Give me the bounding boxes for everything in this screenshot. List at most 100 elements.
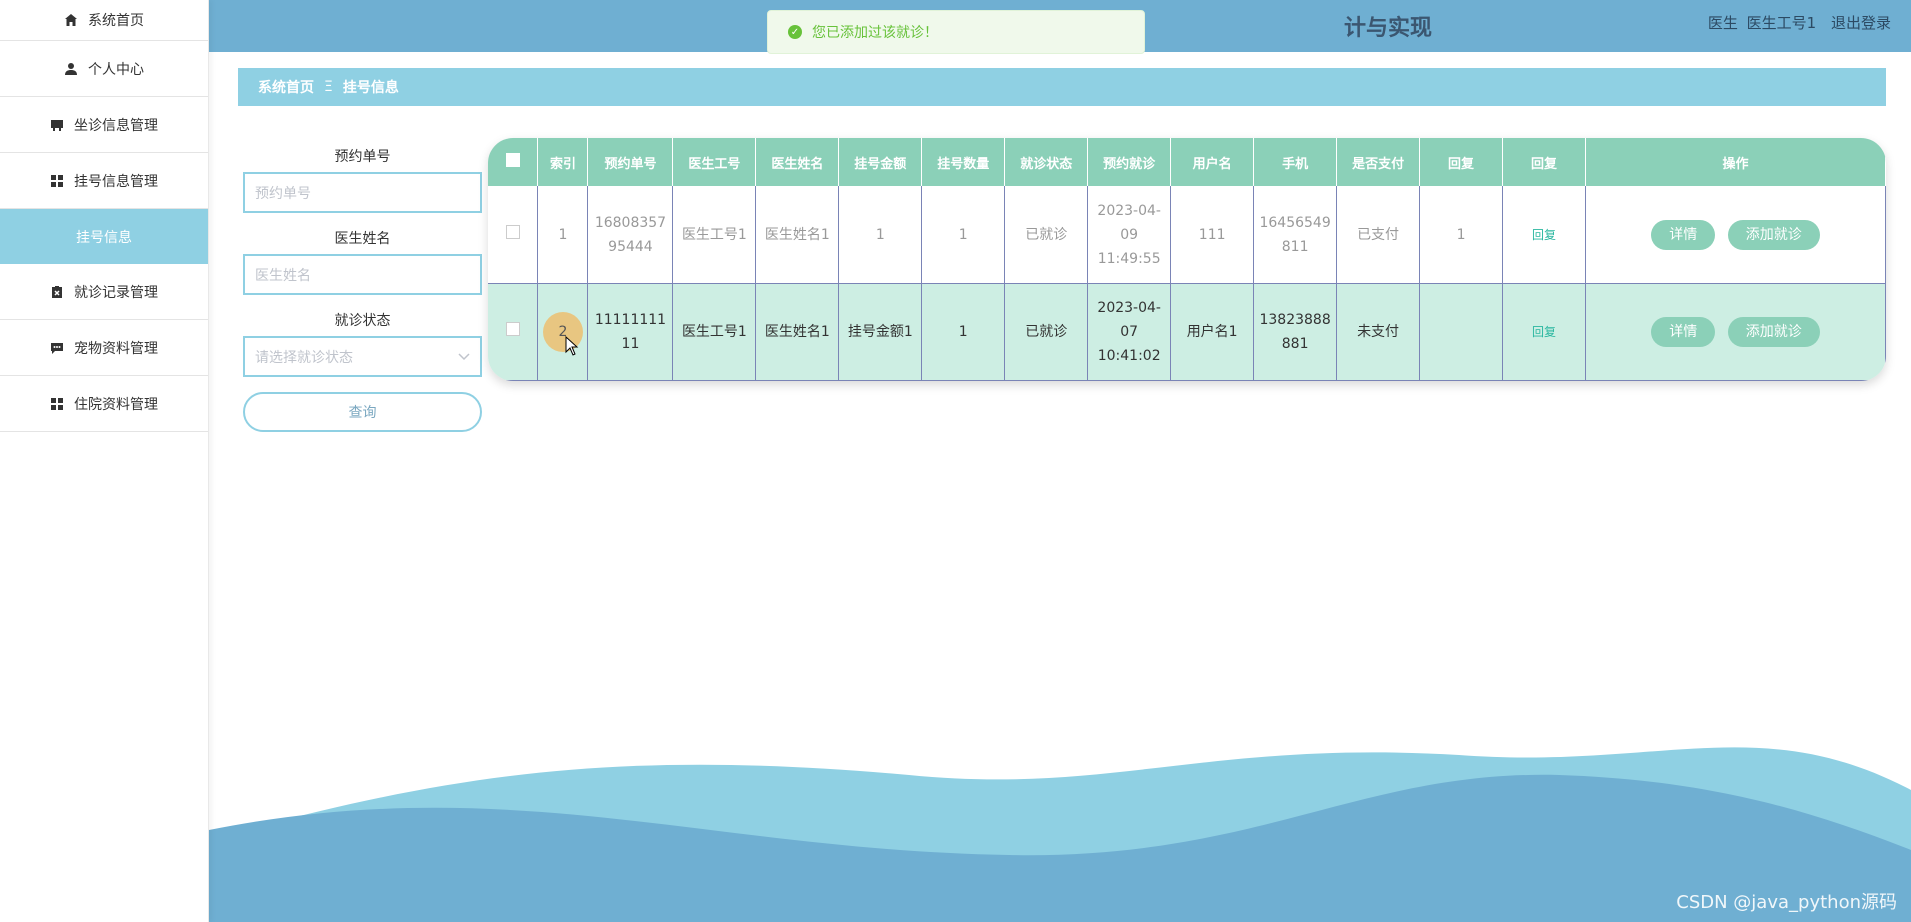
success-toast: ✓ 您已添加过该就诊！ <box>767 10 1145 54</box>
cell-reply-link: 回复 <box>1502 283 1586 381</box>
table-row[interactable]: 2 1111111111 医生工号1 医生姓名1 挂号金额1 1 已就诊 202… <box>488 283 1886 381</box>
select-all-checkbox[interactable] <box>505 153 520 167</box>
cell-order-no: 1680835795444 <box>587 186 674 284</box>
column-header: 操作 <box>1585 138 1886 186</box>
cell-doctor-name: 医生姓名1 <box>755 283 840 381</box>
logout-link[interactable]: 退出登录 <box>1831 14 1891 32</box>
sidebar-item-registration[interactable]: 挂号信息管理 <box>0 153 208 209</box>
column-header: 回复 <box>1419 138 1503 186</box>
sidebar-item-clinic[interactable]: 坐诊信息管理 <box>0 97 208 153</box>
column-header: 索引 <box>537 138 589 186</box>
clipboard-icon <box>50 285 64 299</box>
sidebar: 系统首页 个人中心 坐诊信息管理 挂号信息管理 挂号信息 就诊记录管理 宠物资料… <box>0 0 209 922</box>
status-select-placeholder: 请选择就诊状态 <box>255 349 353 366</box>
user-role: 医生 <box>1707 14 1738 32</box>
cell-actions: 详情 添加就诊 <box>1585 283 1886 381</box>
sidebar-item-label: 系统首页 <box>88 13 144 29</box>
status-label: 就诊状态 <box>334 313 391 329</box>
select-all-header[interactable] <box>488 138 539 186</box>
cell-phone: 16456549811 <box>1253 186 1338 284</box>
decorative-wave <box>209 747 1911 922</box>
mouse-cursor-icon <box>565 336 579 356</box>
sidebar-item-label: 就诊记录管理 <box>74 284 158 301</box>
cell-username: 用户名1 <box>1170 283 1255 381</box>
cell-username: 111 <box>1170 186 1255 284</box>
doctor-input[interactable]: 医生姓名 <box>243 254 482 295</box>
cell-doctor-name: 医生姓名1 <box>755 186 840 284</box>
cell-reply <box>1419 283 1503 381</box>
cell-actions: 详情 添加就诊 <box>1585 186 1886 284</box>
grid-icon <box>50 174 64 188</box>
cell-reply-link: 回复 <box>1502 186 1586 284</box>
breadcrumb-home[interactable]: 系统首页 <box>258 77 314 97</box>
column-header: 预约就诊 <box>1087 138 1172 186</box>
add-visit-button[interactable]: 添加就诊 <box>1727 219 1820 250</box>
sidebar-item-label: 宠物资料管理 <box>74 340 158 357</box>
column-header: 医生工号 <box>672 138 757 186</box>
order-label: 预约单号 <box>334 149 391 165</box>
search-panel: 预约单号 预约单号 医生姓名 医生姓名 就诊状态 请选择就诊状态 查询 <box>243 146 482 432</box>
reply-link[interactable]: 回复 <box>1532 228 1556 242</box>
sidebar-item-pets[interactable]: 宠物资料管理 <box>0 320 208 376</box>
column-header: 挂号数量 <box>921 138 1006 186</box>
sidebar-item-home[interactable]: 系统首页 <box>0 0 208 41</box>
breadcrumb-separator: Ξ <box>324 79 333 95</box>
query-button[interactable]: 查询 <box>243 392 482 432</box>
message-icon <box>50 341 64 355</box>
cell-amount: 1 <box>838 186 923 284</box>
cell-amount: 挂号金额1 <box>838 283 923 381</box>
sidebar-item-label: 挂号信息管理 <box>74 173 158 190</box>
sidebar-item-label: 挂号信息 <box>76 229 132 246</box>
column-header: 是否支付 <box>1336 138 1421 186</box>
cell-appointment: 2023-04-09 11:49:55 <box>1087 186 1172 284</box>
cell-index: 2 <box>537 283 589 381</box>
breadcrumb-current: 挂号信息 <box>342 80 399 96</box>
clinic-icon <box>50 118 64 132</box>
order-input[interactable]: 预约单号 <box>243 172 482 213</box>
status-select[interactable]: 请选择就诊状态 <box>243 336 482 377</box>
doctor-label: 医生姓名 <box>334 231 391 247</box>
registration-table: 索引 预约单号 医生工号 医生姓名 挂号金额 挂号数量 就诊状态 预约就诊 用户… <box>488 138 1886 381</box>
column-header: 手机 <box>1253 138 1338 186</box>
cell-reply: 1 <box>1419 186 1503 284</box>
user-icon <box>64 62 78 76</box>
chevron-down-icon <box>458 349 470 365</box>
sidebar-item-visit-records[interactable]: 就诊记录管理 <box>0 264 208 320</box>
cell-index: 1 <box>537 186 589 284</box>
cell-order-no: 1111111111 <box>587 283 674 381</box>
cell-quantity: 1 <box>921 283 1006 381</box>
add-visit-button[interactable]: 添加就诊 <box>1727 317 1820 347</box>
page-title: 计与实现 <box>1344 16 1433 41</box>
cell-status: 已就诊 <box>1004 283 1089 381</box>
column-header: 回复 <box>1502 138 1586 186</box>
cell-phone: 13823888881 <box>1253 283 1338 381</box>
detail-button[interactable]: 详情 <box>1651 219 1716 250</box>
breadcrumb: 系统首页 Ξ 挂号信息 <box>238 68 1886 106</box>
toast-message: 您已添加过该就诊！ <box>812 25 938 41</box>
table-row[interactable]: 1 1680835795444 医生工号1 医生姓名1 1 1 已就诊 2023… <box>488 186 1886 284</box>
table-header-row: 索引 预约单号 医生工号 医生姓名 挂号金额 挂号数量 就诊状态 预约就诊 用户… <box>488 138 1886 186</box>
reply-link[interactable]: 回复 <box>1532 325 1556 339</box>
sidebar-item-profile[interactable]: 个人中心 <box>0 41 208 97</box>
sidebar-item-label: 住院资料管理 <box>74 396 158 413</box>
row-checkbox[interactable] <box>505 224 520 239</box>
row-select-cell[interactable] <box>488 186 539 284</box>
cell-appointment: 2023-04-07 10:41:02 <box>1087 283 1172 381</box>
detail-button[interactable]: 详情 <box>1651 317 1716 347</box>
sidebar-item-label: 坐诊信息管理 <box>74 117 158 134</box>
sidebar-item-label: 个人中心 <box>88 61 144 78</box>
cell-status: 已就诊 <box>1004 186 1089 284</box>
column-header: 用户名 <box>1170 138 1255 186</box>
column-header: 就诊状态 <box>1004 138 1089 186</box>
cell-quantity: 1 <box>921 186 1006 284</box>
check-circle-icon: ✓ <box>788 25 802 39</box>
column-header: 挂号金额 <box>838 138 923 186</box>
cell-doctor-id: 医生工号1 <box>672 186 757 284</box>
grid-icon <box>50 397 64 411</box>
row-select-cell[interactable] <box>488 283 539 381</box>
sidebar-item-hospitalization[interactable]: 住院资料管理 <box>0 376 208 432</box>
cell-paid: 已支付 <box>1336 186 1421 284</box>
sidebar-item-registration-info[interactable]: 挂号信息 <box>0 209 208 264</box>
home-icon <box>64 13 78 27</box>
row-checkbox[interactable] <box>505 322 520 336</box>
